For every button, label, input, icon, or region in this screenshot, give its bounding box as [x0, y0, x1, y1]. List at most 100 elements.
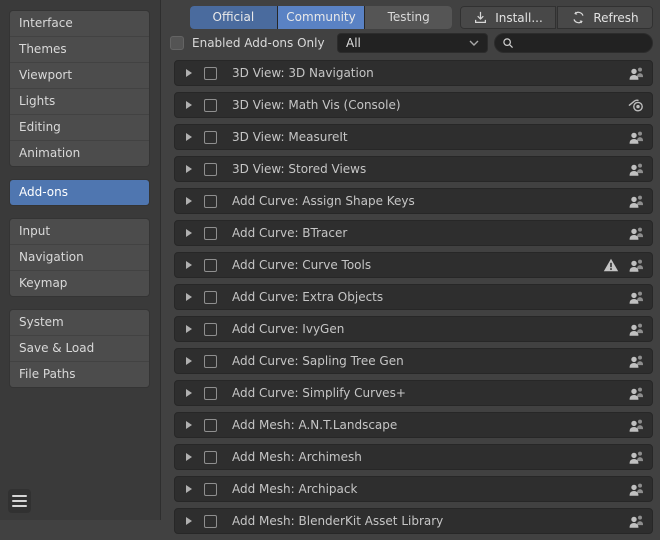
- addon-enable-checkbox[interactable]: [204, 515, 217, 528]
- install-button-label: Install...: [495, 11, 543, 25]
- sidebar-nav: InterfaceThemesViewportLightsEditingAnim…: [0, 10, 160, 388]
- addon-row-icons: [628, 514, 645, 529]
- refresh-button[interactable]: Refresh: [557, 6, 653, 29]
- addon-name: Add Mesh: Archipack: [232, 482, 357, 496]
- addon-enable-checkbox[interactable]: [204, 259, 217, 272]
- search-input[interactable]: [515, 35, 646, 51]
- addon-row[interactable]: Add Mesh: Archipack: [174, 476, 653, 502]
- addon-enable-checkbox[interactable]: [204, 99, 217, 112]
- sidebar-item-lights[interactable]: Lights: [10, 89, 149, 115]
- addon-enable-checkbox[interactable]: [204, 355, 217, 368]
- sidebar-group: Add-ons: [9, 179, 150, 206]
- addon-row-icons: [628, 98, 645, 113]
- addon-enable-checkbox[interactable]: [204, 67, 217, 80]
- addon-enable-checkbox[interactable]: [204, 451, 217, 464]
- addon-row[interactable]: 3D View: MeasureIt: [174, 124, 653, 150]
- sidebar-item-save-load[interactable]: Save & Load: [10, 336, 149, 362]
- addon-row[interactable]: Add Mesh: BlenderKit Asset Library: [174, 508, 653, 534]
- refresh-button-label: Refresh: [593, 11, 638, 25]
- expand-arrow-icon[interactable]: [186, 325, 192, 333]
- expand-arrow-icon[interactable]: [186, 197, 192, 205]
- addon-row[interactable]: 3D View: Math Vis (Console): [174, 92, 653, 118]
- sidebar-item-add-ons[interactable]: Add-ons: [10, 180, 149, 205]
- expand-arrow-icon[interactable]: [186, 293, 192, 301]
- addon-enable-checkbox[interactable]: [204, 323, 217, 336]
- addon-enable-checkbox[interactable]: [204, 419, 217, 432]
- addon-row[interactable]: Add Mesh: Archimesh: [174, 444, 653, 470]
- community-support-icon: [628, 290, 645, 305]
- sidebar-item-viewport[interactable]: Viewport: [10, 63, 149, 89]
- addon-row-icons: [628, 162, 645, 177]
- sidebar-item-keymap[interactable]: Keymap: [10, 271, 149, 296]
- addon-row[interactable]: 3D View: Stored Views: [174, 156, 653, 182]
- expand-arrow-icon[interactable]: [186, 421, 192, 429]
- addon-row[interactable]: Add Mesh: A.N.T.Landscape: [174, 412, 653, 438]
- expand-arrow-icon[interactable]: [186, 69, 192, 77]
- addon-row[interactable]: Add Curve: BTracer: [174, 220, 653, 246]
- hamburger-bar: [12, 500, 27, 502]
- enabled-only-checkbox[interactable]: [170, 36, 184, 50]
- category-dropdown[interactable]: All: [337, 33, 488, 53]
- addon-name: Add Mesh: A.N.T.Landscape: [232, 418, 397, 432]
- addon-enable-checkbox[interactable]: [204, 387, 217, 400]
- sidebar-item-animation[interactable]: Animation: [10, 141, 149, 166]
- expand-arrow-icon[interactable]: [186, 229, 192, 237]
- addon-row-icons: [628, 66, 645, 81]
- tab-testing[interactable]: Testing: [365, 6, 452, 29]
- install-button[interactable]: Install...: [460, 6, 556, 29]
- sidebar-item-editing[interactable]: Editing: [10, 115, 149, 141]
- blender-official-icon: [628, 98, 645, 113]
- hamburger-menu-icon[interactable]: [8, 489, 31, 513]
- addon-actions: Install... Refresh: [460, 6, 653, 29]
- expand-arrow-icon[interactable]: [186, 485, 192, 493]
- sidebar-item-input[interactable]: Input: [10, 219, 149, 245]
- addon-row[interactable]: Add Curve: Simplify Curves+: [174, 380, 653, 406]
- addon-row[interactable]: Add Curve: Extra Objects: [174, 284, 653, 310]
- sidebar-item-file-paths[interactable]: File Paths: [10, 362, 149, 387]
- sidebar-item-system[interactable]: System: [10, 310, 149, 336]
- warning-icon: [603, 258, 619, 272]
- expand-arrow-icon[interactable]: [186, 453, 192, 461]
- addon-row[interactable]: Add Curve: IvyGen: [174, 316, 653, 342]
- community-support-icon: [628, 386, 645, 401]
- expand-arrow-icon[interactable]: [186, 357, 192, 365]
- addon-row[interactable]: Add Curve: Curve Tools: [174, 252, 653, 278]
- search-box[interactable]: [494, 33, 653, 53]
- addon-enable-checkbox[interactable]: [204, 483, 217, 496]
- refresh-icon: [571, 10, 586, 25]
- addon-name: Add Curve: BTracer: [232, 226, 347, 240]
- enabled-only-label: Enabled Add-ons Only: [192, 33, 325, 53]
- addon-name: 3D View: Stored Views: [232, 162, 366, 176]
- addon-row-icons: [603, 258, 645, 273]
- sidebar-group: SystemSave & LoadFile Paths: [9, 309, 150, 388]
- addon-name: Add Curve: Simplify Curves+: [232, 386, 406, 400]
- addon-enable-checkbox[interactable]: [204, 163, 217, 176]
- expand-arrow-icon[interactable]: [186, 165, 192, 173]
- sidebar-item-themes[interactable]: Themes: [10, 37, 149, 63]
- addon-row[interactable]: 3D View: 3D Navigation: [174, 60, 653, 86]
- addon-row[interactable]: Add Curve: Assign Shape Keys: [174, 188, 653, 214]
- addon-row-icons: [628, 386, 645, 401]
- addon-row[interactable]: Add Curve: Sapling Tree Gen: [174, 348, 653, 374]
- expand-arrow-icon[interactable]: [186, 517, 192, 525]
- expand-arrow-icon[interactable]: [186, 261, 192, 269]
- chevron-down-icon: [469, 40, 479, 46]
- expand-arrow-icon[interactable]: [186, 101, 192, 109]
- expand-arrow-icon[interactable]: [186, 389, 192, 397]
- addon-enable-checkbox[interactable]: [204, 291, 217, 304]
- expand-arrow-icon[interactable]: [186, 133, 192, 141]
- tab-official[interactable]: Official: [190, 6, 277, 29]
- tab-community[interactable]: Community: [278, 6, 365, 29]
- preferences-sidebar: InterfaceThemesViewportLightsEditingAnim…: [0, 0, 161, 520]
- community-support-icon: [628, 482, 645, 497]
- download-icon: [473, 10, 488, 25]
- addon-row-icons: [628, 450, 645, 465]
- sidebar-item-navigation[interactable]: Navigation: [10, 245, 149, 271]
- addon-enable-checkbox[interactable]: [204, 227, 217, 240]
- sidebar-item-interface[interactable]: Interface: [10, 11, 149, 37]
- addon-enable-checkbox[interactable]: [204, 131, 217, 144]
- addon-enable-checkbox[interactable]: [204, 195, 217, 208]
- community-support-icon: [628, 418, 645, 433]
- addon-name: 3D View: MeasureIt: [232, 130, 348, 144]
- community-support-icon: [628, 514, 645, 529]
